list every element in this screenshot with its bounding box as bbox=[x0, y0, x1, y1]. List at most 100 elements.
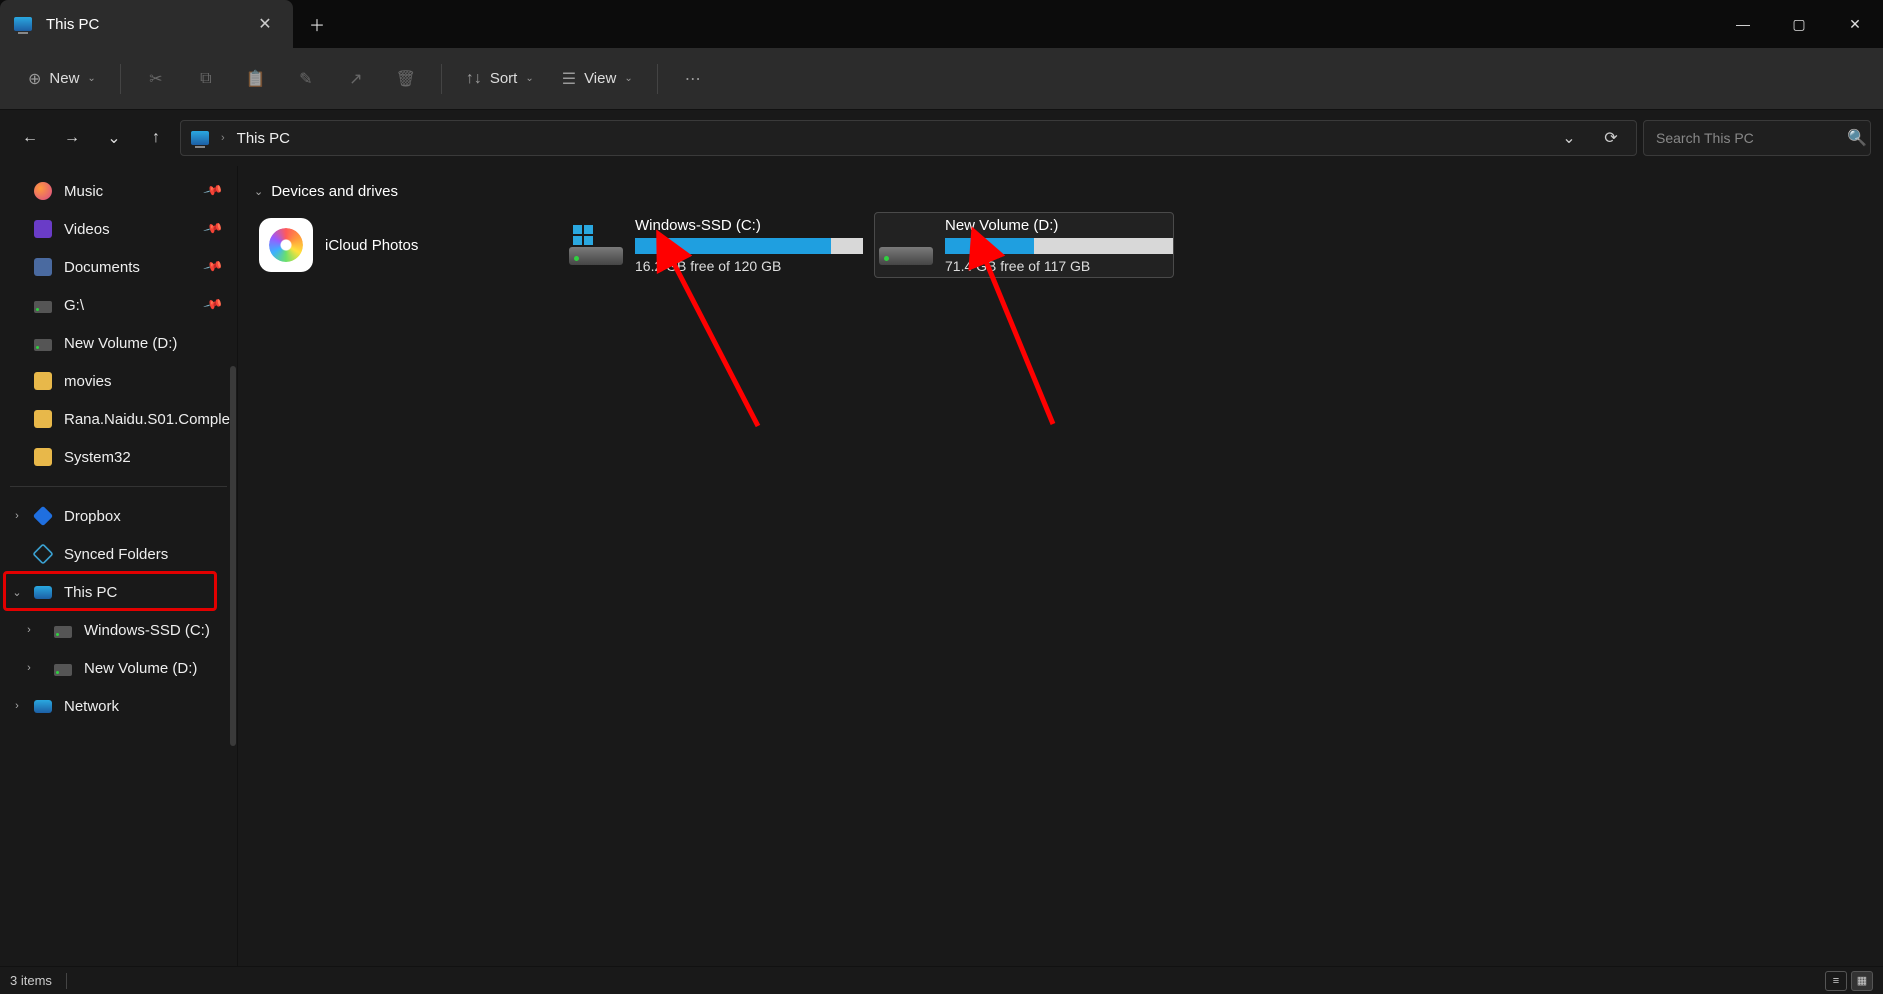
sort-icon: ↑↓ bbox=[466, 70, 482, 88]
sidebar-item-label: New Volume (D:) bbox=[64, 335, 177, 352]
sidebar-item[interactable]: › New Volume (D:) bbox=[0, 649, 237, 687]
drive-usage-bar bbox=[635, 238, 863, 254]
search-box[interactable]: 🔍 bbox=[1643, 120, 1871, 156]
nav-back-button[interactable]: ← bbox=[12, 120, 48, 156]
section-header[interactable]: ⌄ Devices and drives bbox=[254, 176, 1867, 206]
drive-icon bbox=[34, 339, 52, 351]
doc-icon bbox=[34, 258, 52, 276]
sort-button[interactable]: ↑↓ Sort ⌄ bbox=[456, 61, 544, 97]
chevron-down-icon: ⌄ bbox=[525, 73, 533, 84]
content-pane: ⌄ Devices and drives iCloud Photos Windo… bbox=[238, 166, 1883, 966]
sidebar-item-label: movies bbox=[64, 373, 112, 390]
scissors-icon: ✂ bbox=[149, 69, 162, 89]
share-button[interactable]: ↗ bbox=[335, 61, 377, 97]
drive-tile[interactable]: Windows-SSD (C:) 16.2 GB free of 120 GB bbox=[564, 212, 864, 278]
pin-icon: 📌 bbox=[202, 294, 224, 316]
window-minimize-button[interactable]: — bbox=[1715, 0, 1771, 48]
ellipsis-icon: ⋯ bbox=[685, 69, 701, 89]
chevron-right-icon[interactable]: › bbox=[8, 700, 26, 712]
sidebar-item-network[interactable]: › Network bbox=[0, 687, 237, 725]
sidebar-item[interactable]: Rana.Naidu.S01.Complet bbox=[0, 400, 237, 438]
icloud-photos-icon bbox=[259, 218, 313, 272]
search-input[interactable] bbox=[1656, 130, 1837, 146]
command-toolbar: ⊕ New ⌄ ✂ ⧉ 📋 ✎ ↗ 🗑 ↑↓ Sort ⌄ ☰ View ⌄ ⋯ bbox=[0, 48, 1883, 110]
address-history-button[interactable]: ⌄ bbox=[1554, 123, 1584, 153]
sidebar-item[interactable]: Documents 📌 bbox=[0, 248, 237, 286]
delete-button[interactable]: 🗑 bbox=[385, 61, 427, 97]
cut-button[interactable]: ✂ bbox=[135, 61, 177, 97]
this-pc-icon bbox=[191, 131, 209, 145]
drive-free-text: 16.2 GB free of 120 GB bbox=[635, 258, 863, 274]
new-button[interactable]: ⊕ New ⌄ bbox=[18, 61, 106, 97]
copy-button[interactable]: ⧉ bbox=[185, 61, 227, 97]
sidebar-item-this-pc[interactable]: ⌄ This PC bbox=[0, 573, 237, 611]
drive-icon bbox=[569, 225, 623, 265]
folder-tile[interactable]: iCloud Photos bbox=[254, 212, 554, 278]
sidebar-item-label: G:\ bbox=[64, 297, 84, 314]
pin-icon: 📌 bbox=[202, 180, 224, 202]
sidebar-item-label: Music bbox=[64, 183, 103, 200]
sidebar-item-label: This PC bbox=[64, 584, 117, 601]
sidebar-item-label: Dropbox bbox=[64, 508, 121, 525]
folder-icon bbox=[34, 410, 52, 428]
chevron-right-icon[interactable]: › bbox=[20, 662, 38, 674]
drive-tile[interactable]: New Volume (D:) 71.4 GB free of 117 GB bbox=[874, 212, 1174, 278]
copy-icon: ⧉ bbox=[200, 70, 211, 88]
sidebar-item[interactable]: › Dropbox bbox=[0, 497, 237, 535]
nav-forward-button[interactable]: → bbox=[54, 120, 90, 156]
window-close-button[interactable]: ✕ bbox=[1827, 0, 1883, 48]
chevron-right-icon[interactable]: › bbox=[20, 624, 38, 636]
window-maximize-button[interactable]: ▢ bbox=[1771, 0, 1827, 48]
view-button[interactable]: ☰ View ⌄ bbox=[552, 61, 643, 97]
item-name: iCloud Photos bbox=[325, 237, 549, 254]
paste-button[interactable]: 📋 bbox=[235, 61, 277, 97]
sidebar-scrollbar[interactable] bbox=[230, 366, 236, 746]
breadcrumb-item[interactable]: This PC bbox=[237, 130, 290, 147]
tab-close-button[interactable]: ✕ bbox=[251, 10, 279, 38]
pin-icon: 📌 bbox=[202, 218, 224, 240]
navigation-sidebar: Music 📌 Videos 📌 Documents 📌 G:\ 📌 New V… bbox=[0, 166, 238, 966]
folder-icon bbox=[34, 372, 52, 390]
window-tab[interactable]: This PC ✕ bbox=[0, 0, 293, 48]
windows-logo-icon bbox=[573, 225, 593, 245]
new-tab-button[interactable]: ＋ bbox=[293, 0, 341, 48]
rename-button[interactable]: ✎ bbox=[285, 61, 327, 97]
more-button[interactable]: ⋯ bbox=[672, 61, 714, 97]
chevron-down-icon: ⌄ bbox=[624, 73, 632, 84]
status-item-count: 3 items bbox=[10, 973, 52, 988]
chevron-down-icon: ⌄ bbox=[87, 73, 95, 84]
sidebar-item[interactable]: Music 📌 bbox=[0, 172, 237, 210]
nav-recent-button[interactable]: ⌄ bbox=[96, 120, 132, 156]
video-icon bbox=[34, 220, 52, 238]
sidebar-item[interactable]: System32 bbox=[0, 438, 237, 476]
drive-usage-bar bbox=[945, 238, 1173, 254]
view-details-button[interactable]: ≡ bbox=[1825, 971, 1847, 991]
this-pc-icon bbox=[34, 586, 52, 599]
music-icon bbox=[34, 182, 52, 200]
drive-name: Windows-SSD (C:) bbox=[635, 217, 863, 234]
pin-icon: 📌 bbox=[202, 256, 224, 278]
view-tiles-button[interactable]: ▦ bbox=[1851, 971, 1873, 991]
sidebar-item-label: New Volume (D:) bbox=[84, 660, 197, 677]
sidebar-item[interactable]: Synced Folders bbox=[0, 535, 237, 573]
sidebar-item-label: Synced Folders bbox=[64, 546, 168, 563]
sidebar-item[interactable]: G:\ 📌 bbox=[0, 286, 237, 324]
sidebar-item-label: Network bbox=[64, 698, 119, 715]
drive-icon bbox=[54, 664, 72, 676]
chevron-down-icon: ⌄ bbox=[254, 185, 263, 198]
drive-icon bbox=[879, 225, 933, 265]
sidebar-item[interactable]: movies bbox=[0, 362, 237, 400]
sidebar-item[interactable]: › Windows-SSD (C:) bbox=[0, 611, 237, 649]
title-bar: This PC ✕ ＋ — ▢ ✕ bbox=[0, 0, 1883, 48]
sidebar-item[interactable]: New Volume (D:) bbox=[0, 324, 237, 362]
drive-icon bbox=[54, 626, 72, 638]
nav-up-button[interactable]: ↑ bbox=[138, 120, 174, 156]
chevron-down-icon[interactable]: ⌄ bbox=[8, 586, 26, 599]
refresh-button[interactable]: ⟳ bbox=[1596, 123, 1626, 153]
chevron-right-icon[interactable]: › bbox=[8, 510, 26, 522]
sidebar-item[interactable]: Videos 📌 bbox=[0, 210, 237, 248]
address-bar[interactable]: › This PC ⌄ ⟳ bbox=[180, 120, 1637, 156]
sidebar-item-label: System32 bbox=[64, 449, 131, 466]
tab-title: This PC bbox=[46, 16, 237, 33]
sidebar-item-label: Rana.Naidu.S01.Complet bbox=[64, 411, 234, 428]
